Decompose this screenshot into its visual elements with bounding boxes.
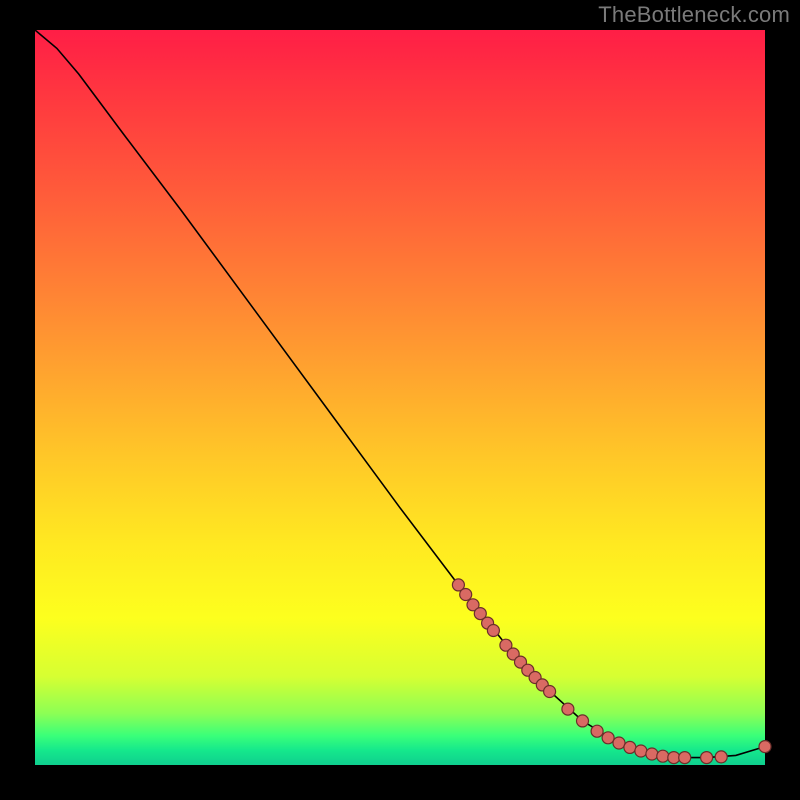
data-marker	[668, 752, 680, 764]
attribution-text: TheBottleneck.com	[598, 2, 790, 28]
data-marker	[635, 745, 647, 757]
bottleneck-curve	[35, 30, 765, 758]
data-marker	[613, 737, 625, 749]
data-marker	[715, 751, 727, 763]
data-marker	[487, 625, 499, 637]
data-marker	[646, 748, 658, 760]
plot-overlay	[35, 30, 765, 765]
marker-group	[452, 579, 771, 764]
data-marker	[701, 752, 713, 764]
data-marker	[602, 732, 614, 744]
data-marker	[591, 725, 603, 737]
data-marker	[460, 589, 472, 601]
data-marker	[577, 715, 589, 727]
data-marker	[544, 686, 556, 698]
data-marker	[657, 750, 669, 762]
chart-frame: TheBottleneck.com	[0, 0, 800, 800]
data-marker	[562, 703, 574, 715]
data-marker	[679, 752, 691, 764]
data-marker	[624, 741, 636, 753]
data-marker	[759, 741, 771, 753]
